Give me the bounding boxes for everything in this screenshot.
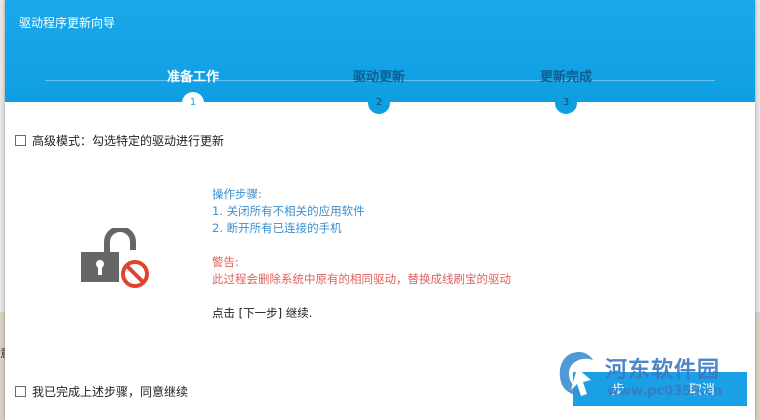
confirm-label[interactable]: 我已完成上述步骤，同意继续 (32, 383, 188, 400)
step-label-complete: 更新完成 (539, 70, 593, 85)
step-label-prepare: 准备工作 (166, 70, 220, 85)
advanced-mode-row[interactable]: 高级模式：勾选特定的驱动进行更新 (15, 132, 224, 149)
instructions-block: 操作步骤: 1. 关闭所有不相关的应用软件 2. 断开所有已连接的手机 警告: … (212, 186, 511, 322)
step-number-3: 3 (555, 92, 577, 114)
driver-update-wizard: 驱动程序更新向导 准备工作 驱动更新 更新完成 1 2 3 高级模式：勾选特定的… (5, 0, 755, 420)
warning-text: 此过程会删除系统中原有的相同驱动，替换成线刷宝的驱动 (212, 272, 511, 286)
confirm-checkbox[interactable] (15, 386, 26, 397)
prohibited-icon (121, 260, 149, 288)
step-item-2: 2. 断开所有已连接的手机 (212, 221, 342, 235)
cancel-button[interactable]: 取消 (657, 372, 747, 406)
step-item-1: 1. 关闭所有不相关的应用软件 (212, 204, 365, 218)
step-number-2: 2 (368, 92, 390, 114)
wizard-header: 驱动程序更新向导 准备工作 驱动更新 更新完成 (5, 0, 755, 102)
step-label-update: 驱动更新 (352, 70, 406, 85)
warning-heading: 警告: (212, 255, 239, 269)
steps-heading: 操作步骤: (212, 187, 262, 201)
next-button[interactable]: 步 (573, 372, 663, 406)
step-number-1: 1 (182, 92, 204, 114)
confirm-row[interactable]: 我已完成上述步骤，同意继续 (15, 383, 188, 400)
unlocked-lock-icon (77, 226, 157, 294)
window-title: 驱动程序更新向导 (19, 16, 116, 30)
advanced-mode-label[interactable]: 高级模式：勾选特定的驱动进行更新 (32, 132, 224, 149)
continue-hint: 点击 [下一步] 继续. (212, 306, 313, 320)
advanced-mode-checkbox[interactable] (15, 135, 26, 146)
